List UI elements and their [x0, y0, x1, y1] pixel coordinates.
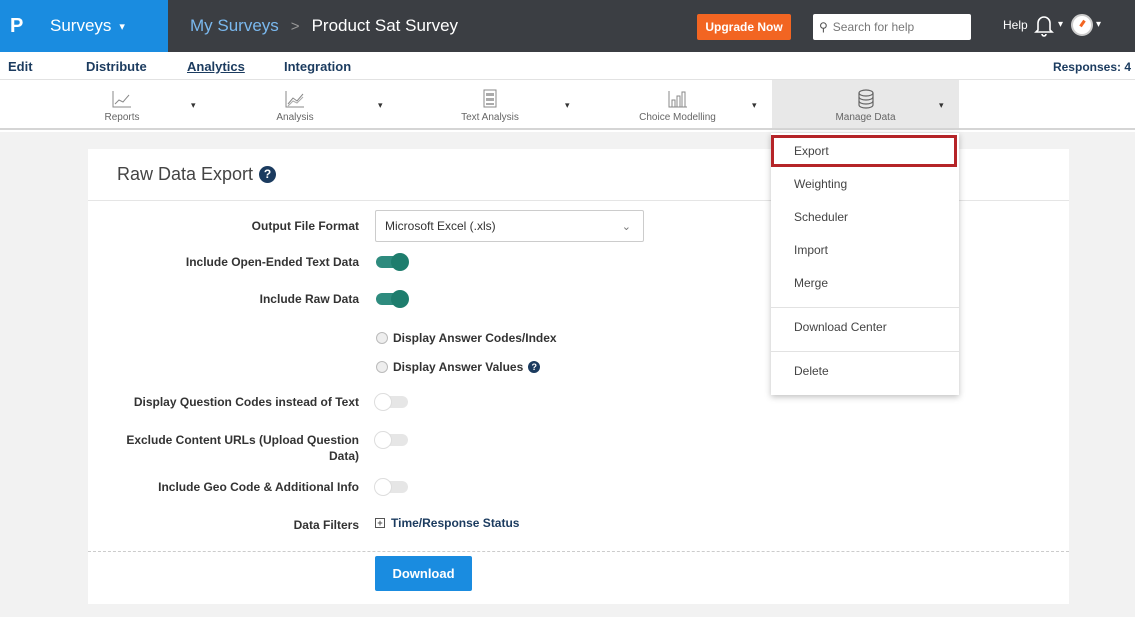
help-icon[interactable]: ? [528, 361, 541, 373]
toolbar-manage-data[interactable]: Manage Data [772, 80, 959, 128]
responses-count[interactable]: Responses: 4 [1053, 60, 1131, 74]
search-input[interactable]: ⚲ Search for help [813, 14, 971, 40]
question-codes-label: Display Question Codes instead of Text [133, 395, 359, 409]
exclude-urls-label-line-2: Data) [328, 449, 359, 463]
toolbar-reports[interactable]: Reports [82, 80, 162, 128]
expand-icon[interactable]: + [375, 518, 385, 528]
chevron-down-icon[interactable]: ▾ [939, 100, 944, 111]
upgrade-button[interactable]: Upgrade Now [697, 14, 791, 40]
chevron-down-icon[interactable]: ▾ [191, 100, 196, 111]
manage-data-menu: Export Weighting Scheduler Import Merge … [771, 133, 959, 395]
exclude-urls-label: Exclude Content URLs (Upload Question Da… [108, 432, 359, 464]
toggle-knob [374, 431, 392, 449]
database-icon [857, 89, 874, 109]
question-codes-toggle[interactable] [374, 393, 408, 411]
open-ended-label: Include Open-Ended Text Data [185, 255, 359, 269]
toggle-knob [374, 393, 392, 411]
toolbar-label: Text Analysis [461, 112, 519, 123]
text-grid-icon [483, 89, 497, 108]
menu-item-export[interactable]: Export [794, 144, 829, 158]
output-format-select[interactable]: Microsoft Excel (.xls) ⌄ [375, 210, 644, 242]
tab-analytics[interactable]: Analytics [187, 59, 245, 74]
menu-item-weighting[interactable]: Weighting [794, 177, 847, 191]
bell-icon[interactable] [1034, 13, 1054, 37]
geo-code-label: Include Geo Code & Additional Info [158, 480, 359, 494]
account-gauge-icon[interactable] [1071, 14, 1093, 36]
panel-title-text: Raw Data Export [117, 164, 254, 184]
page-title: Product Sat Survey [311, 16, 459, 35]
breadcrumb-separator: > [290, 17, 300, 35]
help-icon[interactable]: ? [259, 166, 277, 183]
menu-item-merge[interactable]: Merge [794, 276, 828, 290]
tab-edit[interactable]: Edit [8, 59, 33, 74]
menu-item-download-center[interactable]: Download Center [794, 320, 887, 334]
exclude-urls-toggle[interactable] [374, 431, 408, 449]
toolbar-label: Reports [104, 112, 140, 123]
search-icon: ⚲ [819, 20, 828, 34]
chevron-down-icon[interactable]: ▾ [1096, 19, 1101, 30]
dashed-divider [88, 551, 1069, 552]
menu-divider [771, 307, 959, 308]
chevron-down-icon: ⌄ [621, 221, 631, 233]
toggle-knob [391, 290, 409, 308]
chevron-down-icon[interactable]: ▾ [1058, 19, 1063, 30]
download-button[interactable]: Download [375, 556, 472, 591]
toolbar-analysis[interactable]: Analysis [255, 80, 335, 128]
output-format-label: Output File Format [251, 219, 359, 233]
top-bar: P Surveys ▾ My Surveys > Product Sat Sur… [0, 0, 1135, 52]
raw-data-toggle[interactable] [376, 290, 409, 308]
main-tabs: Edit Distribute Analytics Integration Re… [0, 52, 1135, 80]
toolbar-choice-modelling[interactable]: Choice Modelling [620, 80, 735, 128]
radio-answer-codes[interactable]: Display Answer Codes/Index [376, 331, 557, 345]
menu-item-delete[interactable]: Delete [794, 364, 829, 378]
toolbar-label: Choice Modelling [639, 112, 716, 123]
open-ended-toggle[interactable] [376, 253, 409, 271]
bar-chart-icon [668, 91, 687, 108]
chevron-down-icon[interactable]: ▾ [119, 20, 125, 33]
brand-menu[interactable]: P Surveys ▾ [0, 0, 168, 52]
search-placeholder: Search for help [832, 20, 915, 34]
chevron-down-icon[interactable]: ▾ [378, 100, 383, 111]
help-link[interactable]: Help [1003, 18, 1028, 32]
radio-circle[interactable] [376, 361, 388, 373]
toolbar-label: Analysis [276, 112, 314, 123]
breadcrumb-my-surveys[interactable]: My Surveys [190, 16, 279, 36]
data-filters-label: Data Filters [293, 518, 359, 532]
raw-data-label: Include Raw Data [259, 292, 359, 306]
chevron-down-icon[interactable]: ▾ [565, 100, 570, 111]
analytics-toolbar: Reports ▾ Analysis ▾ Text Analysis ▾ Cho… [0, 80, 1135, 130]
radio-label: Display Answer Values [393, 360, 524, 374]
output-format-value: Microsoft Excel (.xls) [385, 219, 496, 233]
chevron-down-icon[interactable]: ▾ [752, 100, 757, 111]
menu-divider [771, 351, 959, 352]
menu-item-scheduler[interactable]: Scheduler [794, 210, 848, 224]
menu-item-import[interactable]: Import [794, 243, 828, 257]
toggle-knob [391, 253, 409, 271]
product-name[interactable]: Surveys [50, 16, 111, 36]
breadcrumb: My Surveys > Product Sat Survey Upgrade … [168, 0, 1135, 52]
area-chart-icon [285, 91, 304, 108]
time-response-status-filter[interactable]: + Time/Response Status [375, 516, 519, 530]
tab-integration[interactable]: Integration [284, 59, 351, 74]
exclude-urls-label-line-1: Exclude Content URLs (Upload Question [126, 433, 359, 447]
toolbar-text-analysis[interactable]: Text Analysis [440, 80, 540, 128]
tab-distribute[interactable]: Distribute [86, 59, 147, 74]
radio-label: Display Answer Codes/Index [393, 331, 557, 345]
toggle-knob [374, 478, 392, 496]
radio-answer-values[interactable]: Display Answer Values ? [376, 360, 541, 374]
line-chart-icon [112, 91, 131, 108]
logo-icon: P [10, 14, 24, 37]
geo-code-toggle[interactable] [374, 478, 408, 496]
radio-circle[interactable] [376, 332, 388, 344]
panel-title: Raw Data Export? [117, 164, 277, 185]
filter-link-text[interactable]: Time/Response Status [391, 516, 519, 530]
toolbar-label: Manage Data [835, 112, 896, 123]
